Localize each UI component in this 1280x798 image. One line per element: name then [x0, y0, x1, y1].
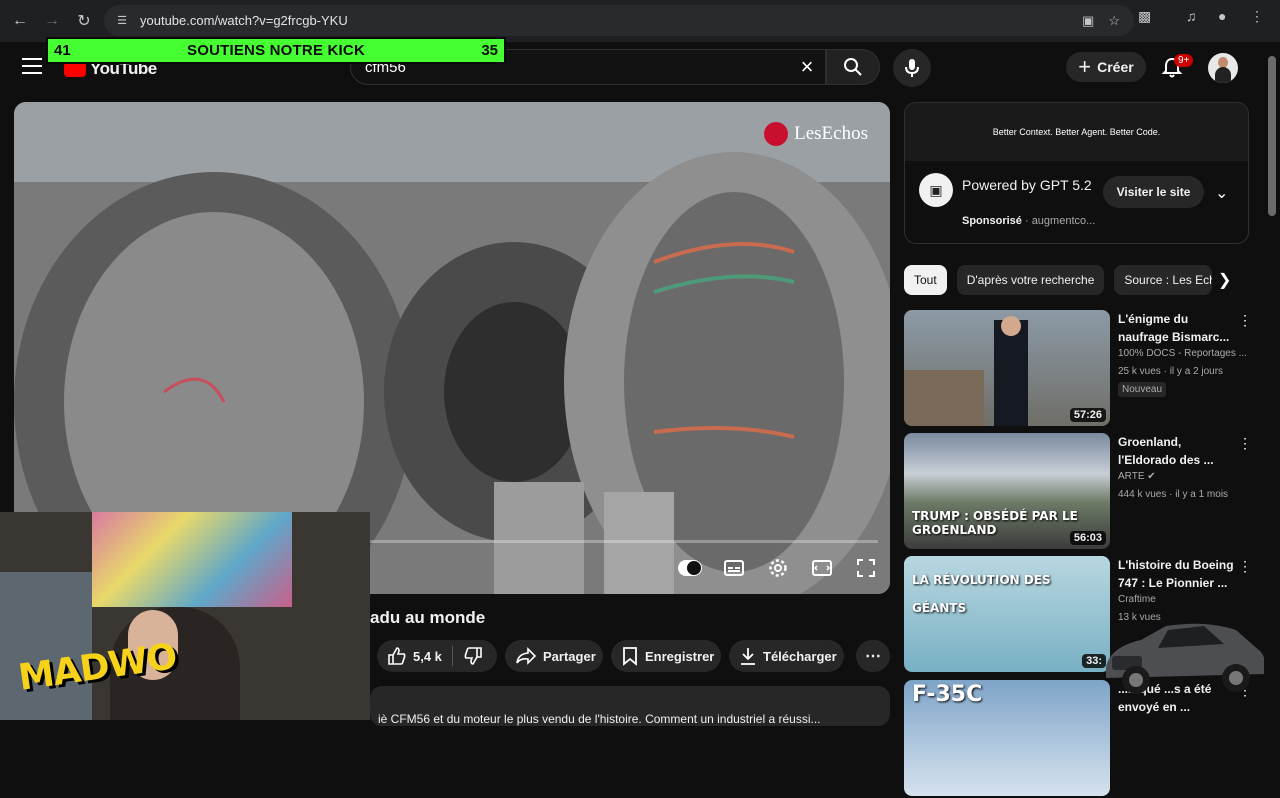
forward-icon[interactable]: → — [36, 5, 68, 37]
like-divider — [451, 646, 453, 666]
visit-site-button[interactable]: Visiter le site — [1103, 176, 1204, 208]
share-icon — [516, 647, 537, 665]
sponsored-label: Sponsorisé — [962, 215, 1022, 227]
more-vertical-icon[interactable]: ⋮ — [1238, 558, 1252, 575]
address-bar[interactable]: ☰ youtube.com/watch?v=g2frcgb-YKU ▣ ☆ — [104, 5, 1134, 36]
filter-chips: Tout D'après votre recherche Source : Le… — [904, 265, 1213, 295]
dislike-icon[interactable] — [463, 646, 483, 666]
video-thumbnail[interactable]: TRUMP : OBSÉDÉ PAR LE GROENLAND 56:03 — [904, 433, 1110, 549]
autoplay-toggle[interactable] — [678, 556, 702, 580]
url-text: youtube.com/watch?v=g2frcgb-YKU — [140, 13, 348, 28]
video-duration: 56:03 — [1069, 531, 1106, 545]
browser-toolbar: ← → ↻ ☰ youtube.com/watch?v=g2frcgb-YKU … — [0, 0, 1280, 42]
chip-all[interactable]: Tout — [904, 265, 947, 295]
download-label: Télécharger — [763, 648, 837, 664]
reload-icon[interactable]: ↻ — [68, 5, 100, 37]
theater-mode-icon[interactable] — [810, 556, 834, 580]
description-box[interactable]: iè CFM56 et du moteur le plus vendu de l… — [370, 686, 890, 726]
channel-row[interactable]: ARTE ✔ — [1118, 471, 1156, 482]
hamburger-menu-icon[interactable] — [22, 58, 42, 74]
media-controls-icon[interactable]: ♫ — [1186, 8, 1197, 24]
save-label: Enregistrer — [645, 648, 715, 664]
ad-sponsor-line: Sponsorisé · augmentco... — [962, 215, 1096, 227]
les-echos-watermark: LesEchos — [764, 122, 868, 146]
create-button[interactable]: + Créer — [1066, 52, 1146, 82]
microphone-icon — [905, 59, 919, 77]
streamer-webcam: MADWO — [0, 512, 370, 720]
video-thumbnail[interactable]: 57:26 — [904, 310, 1110, 426]
voice-search-button[interactable] — [893, 49, 931, 87]
channel-name[interactable]: Craftime — [1118, 594, 1156, 605]
extensions-icon[interactable]: ▩ — [1138, 8, 1151, 25]
more-vertical-icon[interactable]: ⋮ — [1238, 435, 1252, 452]
les-echos-logo-icon — [764, 122, 789, 146]
video-duration: 57:26 — [1069, 408, 1106, 422]
save-button[interactable]: Enregistrer — [611, 640, 721, 672]
notification-badge: 9+ — [1174, 54, 1194, 67]
car-overlay-image — [1106, 623, 1266, 694]
site-info-icon[interactable]: ☰ — [114, 13, 130, 29]
search-icon — [844, 58, 862, 76]
sponsored-ad[interactable]: Better Context. Better Agent. Better Cod… — [904, 102, 1249, 244]
share-button[interactable]: Partager — [505, 640, 603, 672]
chevron-right-icon[interactable]: ❯ — [1218, 270, 1231, 290]
chevron-down-icon[interactable]: ⌄ — [1215, 183, 1228, 203]
install-app-icon[interactable]: ▣ — [1082, 13, 1094, 29]
video-title-link[interactable]: L'énigme du naufrage Bismarc... — [1118, 310, 1234, 346]
download-icon — [741, 648, 755, 665]
video-thumbnail[interactable]: F-35C — [904, 680, 1110, 796]
verified-check-icon: ✔ — [1147, 471, 1156, 482]
video-title-link[interactable]: L'histoire du Boeing 747 : Le Pionnier .… — [1118, 556, 1234, 592]
video-meta: 444 k vues · il y a 1 mois — [1118, 489, 1229, 500]
video-thumbnail[interactable]: LA RÉVOLUTION DES GÉANTS 33: — [904, 556, 1110, 672]
plus-icon: + — [1078, 54, 1092, 79]
like-icon[interactable] — [387, 646, 407, 666]
like-count[interactable]: 5,4 k — [413, 649, 442, 664]
video-title-link[interactable]: Groenland, l'Eldorado des ... — [1118, 433, 1234, 469]
ad-banner-text: Better Context. Better Agent. Better Cod… — [992, 127, 1161, 137]
settings-gear-icon[interactable] — [766, 556, 790, 580]
like-dislike-group: 5,4 k — [377, 640, 497, 672]
back-icon[interactable]: ← — [4, 5, 36, 37]
search-button[interactable] — [826, 49, 880, 85]
advertiser-name: augmentco... — [1031, 215, 1096, 227]
bookmark-star-icon[interactable]: ☆ — [1108, 13, 1120, 29]
clear-search-icon[interactable]: × — [795, 56, 819, 80]
more-vertical-icon[interactable]: ⋮ — [1238, 312, 1252, 329]
kick-goal-target: 35 — [481, 42, 498, 59]
watermark-text: LesEchos — [794, 123, 868, 144]
channel-name[interactable]: 100% DOCS - Reportages ... — [1118, 348, 1247, 359]
kick-goal-bar: 41 SOUTIENS NOTRE KICK 35 — [46, 37, 506, 64]
channel-name[interactable]: ARTE — [1118, 471, 1145, 482]
profile-icon[interactable]: ● — [1218, 8, 1226, 24]
player-controls — [678, 556, 878, 580]
more-actions-button[interactable]: ⋯ — [856, 640, 890, 672]
thumbnail-caption: LA RÉVOLUTION DES GÉANTS — [912, 573, 1051, 615]
wall-poster — [92, 512, 292, 607]
video-meta: 25 k vues · il y a 2 jours — [1118, 366, 1224, 377]
bookmark-icon — [623, 647, 637, 666]
description-text: iè CFM56 et du moteur le plus vendu de l… — [378, 712, 821, 726]
download-button[interactable]: Télécharger — [729, 640, 844, 672]
new-badge: Nouveau — [1118, 382, 1167, 397]
ad-brand-icon: ▣ — [919, 173, 953, 207]
thumbnail-caption: F-35C — [912, 682, 983, 707]
chip-source[interactable]: Source : Les Echos — [1114, 265, 1213, 295]
ad-banner[interactable]: Better Context. Better Agent. Better Cod… — [905, 103, 1248, 161]
video-title: adu au monde — [370, 608, 486, 627]
chip-related-search[interactable]: D'après votre recherche — [956, 265, 1105, 295]
more-horizontal-icon: ⋯ — [865, 648, 881, 665]
browser-menu-icon[interactable]: ⋮ — [1250, 8, 1264, 25]
ad-title[interactable]: Powered by GPT 5.2 — [962, 176, 1092, 195]
list-item[interactable]: 57:26 L'énigme du naufrage Bismarc... ⋮ … — [904, 310, 1252, 428]
account-avatar[interactable] — [1208, 53, 1238, 83]
fullscreen-icon[interactable] — [854, 556, 878, 580]
kick-goal-label: SOUTIENS NOTRE KICK — [187, 42, 365, 59]
list-item[interactable]: TRUMP : OBSÉDÉ PAR LE GROENLAND 56:03 Gr… — [904, 433, 1252, 551]
share-label: Partager — [543, 648, 596, 664]
kick-goal-current: 41 — [54, 42, 71, 59]
subtitles-icon[interactable] — [722, 556, 746, 580]
page-scrollbar[interactable] — [1264, 42, 1280, 720]
create-label: Créer — [1097, 59, 1134, 75]
